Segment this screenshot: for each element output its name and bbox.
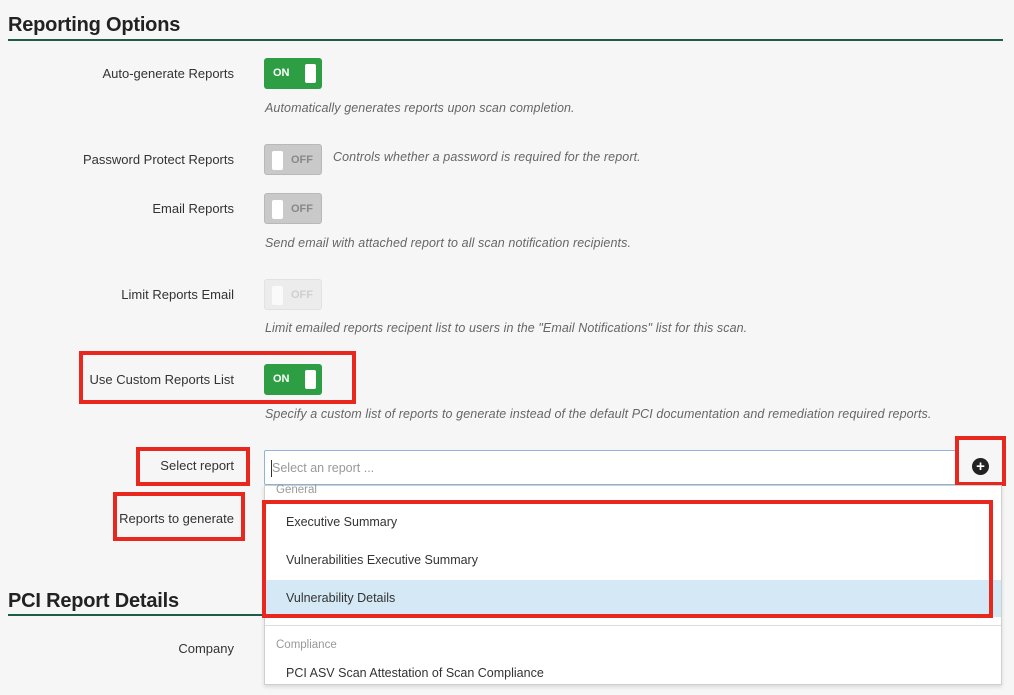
section-divider xyxy=(8,39,1003,41)
toggle-state-text: OFF xyxy=(291,154,313,166)
toggle-knob xyxy=(272,151,283,170)
section-divider xyxy=(8,614,268,616)
plus-circle-icon: + xyxy=(972,458,989,475)
auto-generate-label: Auto-generate Reports xyxy=(102,66,234,81)
toggle-knob xyxy=(305,370,316,389)
section-title-reporting: Reporting Options xyxy=(8,14,181,36)
dropdown-divider xyxy=(265,625,1001,626)
company-label: Company xyxy=(178,641,234,656)
dropdown-group-general: General xyxy=(276,484,317,496)
custom-list-help: Specify a custom list of reports to gene… xyxy=(265,407,932,421)
toggle-state-text: OFF xyxy=(291,289,313,301)
password-protect-label: Password Protect Reports xyxy=(82,152,234,167)
custom-list-toggle[interactable]: ON xyxy=(264,364,322,395)
toggle-knob xyxy=(272,200,283,219)
toggle-knob xyxy=(272,286,283,305)
password-protect-toggle[interactable]: OFF xyxy=(264,144,322,175)
toggle-state-text: OFF xyxy=(291,203,313,215)
password-protect-help: Controls whether a password is required … xyxy=(333,150,641,164)
auto-generate-help: Automatically generates reports upon sca… xyxy=(265,101,575,115)
add-report-button[interactable]: + xyxy=(955,436,1006,486)
email-reports-toggle[interactable]: OFF xyxy=(264,193,322,224)
highlight-report-options xyxy=(262,500,993,618)
toggle-knob xyxy=(305,64,316,83)
select-report-label: Select report xyxy=(160,458,234,473)
dropdown-group-compliance: Compliance xyxy=(276,639,337,651)
dropdown-option[interactable]: PCI ASV Scan Attestation of Scan Complia… xyxy=(265,658,1001,695)
select-report-placeholder: Select an report ... xyxy=(272,461,375,475)
reports-to-generate-label: Reports to generate xyxy=(119,511,234,526)
email-reports-label: Email Reports xyxy=(152,201,234,216)
custom-list-label: Use Custom Reports List xyxy=(89,372,235,387)
email-reports-help: Send email with attached report to all s… xyxy=(265,236,632,250)
limit-email-toggle: OFF xyxy=(264,279,322,310)
toggle-state-text: ON xyxy=(273,67,290,79)
toggle-state-text: ON xyxy=(273,373,290,385)
select-report-input[interactable]: Select an report ... xyxy=(264,450,957,485)
limit-email-label: Limit Reports Email xyxy=(121,287,234,302)
auto-generate-toggle[interactable]: ON xyxy=(264,58,322,89)
dropdown-option-label: PCI ASV Scan Attestation of Scan Complia… xyxy=(286,666,544,680)
limit-email-help: Limit emailed reports recipent list to u… xyxy=(265,321,748,335)
section-title-pci: PCI Report Details xyxy=(8,590,179,612)
